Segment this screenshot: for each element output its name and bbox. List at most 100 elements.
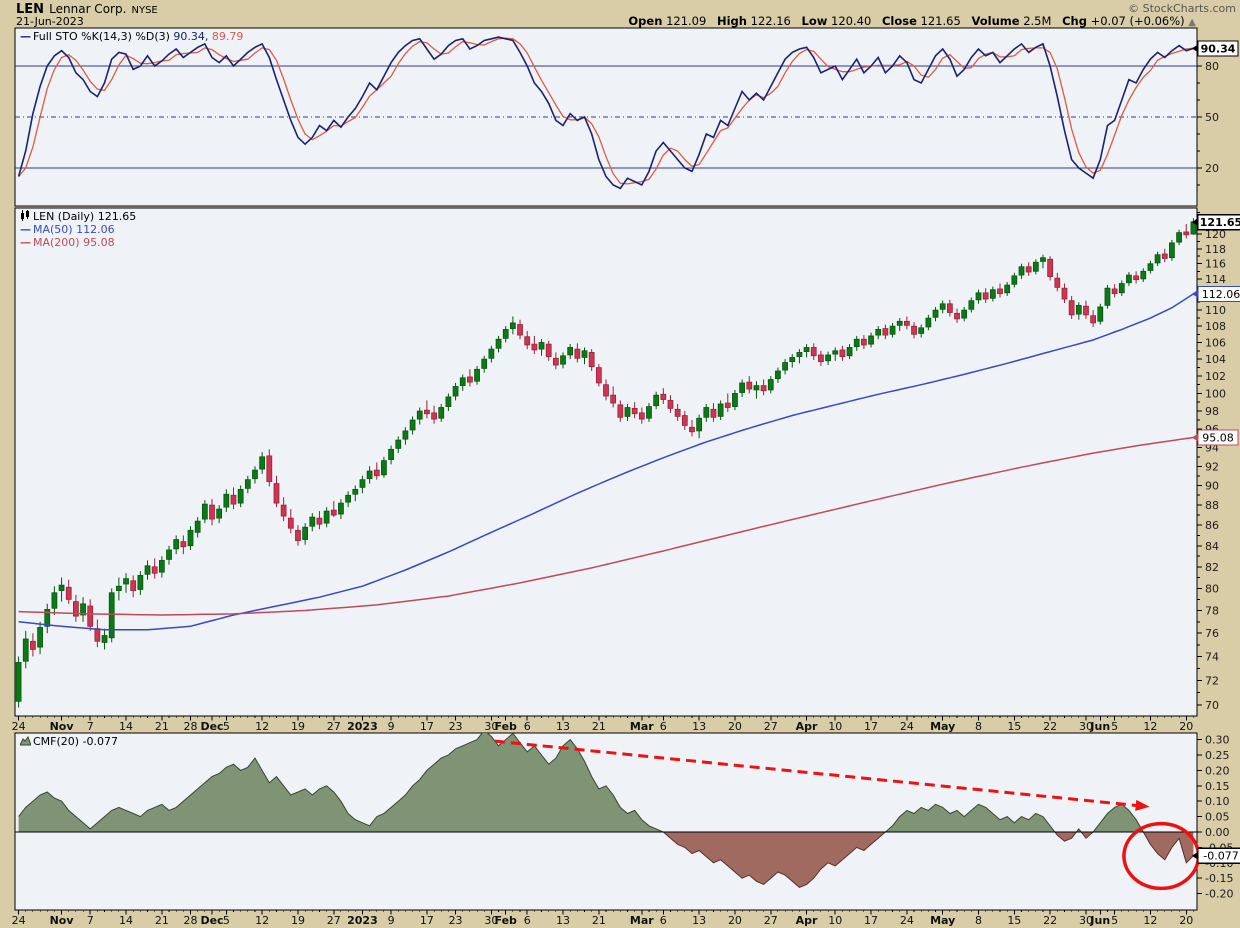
- svg-text:12: 12: [255, 914, 269, 927]
- svg-text:5: 5: [223, 914, 230, 927]
- svg-text:86: 86: [1205, 519, 1219, 532]
- svg-text:-0.15: -0.15: [1205, 872, 1233, 885]
- svg-text:13: 13: [692, 720, 706, 733]
- svg-text:114: 114: [1205, 273, 1226, 286]
- svg-text:Feb: Feb: [495, 720, 518, 733]
- svg-text:98: 98: [1205, 405, 1219, 418]
- svg-text:15: 15: [1007, 720, 1021, 733]
- svg-text:Dec: Dec: [200, 720, 223, 733]
- svg-text:21: 21: [155, 720, 169, 733]
- svg-text:116: 116: [1205, 258, 1226, 271]
- svg-text:90.34: 90.34: [1201, 42, 1236, 55]
- svg-text:8: 8: [975, 914, 982, 927]
- svg-text:22: 22: [1043, 720, 1057, 733]
- svg-text:76: 76: [1205, 627, 1219, 640]
- area-icon: [20, 736, 31, 746]
- svg-text:12: 12: [1143, 720, 1157, 733]
- svg-text:5: 5: [1111, 720, 1118, 733]
- svg-text:21: 21: [592, 720, 606, 733]
- svg-text:0.05: 0.05: [1205, 811, 1230, 824]
- svg-text:22: 22: [1043, 914, 1057, 927]
- stockcharts-chart-page: LEN Lennar Corp. NYSE 21-Jun-2023 © Stoc…: [0, 0, 1240, 928]
- svg-text:28: 28: [184, 914, 198, 927]
- stoch-line-icon: —: [20, 30, 30, 43]
- svg-text:-0.077: -0.077: [1203, 850, 1238, 863]
- stochastic-legend: —Full STO %K(14,3) %D(3) 90.34, 89.79: [20, 30, 243, 43]
- candlestick-icon: [20, 210, 31, 221]
- svg-text:95.08: 95.08: [1202, 431, 1234, 444]
- ma50-line-icon: —: [20, 223, 30, 236]
- svg-text:17: 17: [420, 914, 434, 927]
- svg-text:21: 21: [592, 914, 606, 927]
- svg-text:28: 28: [184, 720, 198, 733]
- svg-text:7: 7: [87, 914, 94, 927]
- svg-text:0.10: 0.10: [1205, 795, 1230, 808]
- svg-text:20: 20: [728, 720, 742, 733]
- svg-text:27: 27: [764, 914, 778, 927]
- svg-text:8: 8: [975, 720, 982, 733]
- cmf-legend-label: CMF(20) -0.077: [33, 735, 118, 748]
- stoch-k-value: 90.34,: [173, 30, 208, 43]
- svg-text:104: 104: [1205, 353, 1226, 366]
- svg-text:Dec: Dec: [200, 914, 223, 927]
- svg-text:17: 17: [420, 720, 434, 733]
- svg-text:70: 70: [1205, 699, 1219, 712]
- chart-canvas: 8050201221201181161141121101081061041021…: [0, 0, 1240, 928]
- svg-text:6: 6: [660, 914, 667, 927]
- svg-text:Apr: Apr: [796, 914, 818, 927]
- right-axis: 8050201221201181161141121101081061041021…: [1197, 49, 1233, 901]
- svg-text:17: 17: [864, 720, 878, 733]
- svg-text:6: 6: [660, 720, 667, 733]
- ma200-legend-row: —MA(200) 95.08: [20, 236, 136, 249]
- svg-text:118: 118: [1205, 243, 1226, 256]
- svg-text:19: 19: [291, 720, 305, 733]
- svg-text:78: 78: [1205, 605, 1219, 618]
- svg-text:13: 13: [692, 914, 706, 927]
- svg-text:110: 110: [1205, 304, 1226, 317]
- price-legend-label: LEN (Daily) 121.65: [33, 210, 136, 223]
- svg-text:12: 12: [1143, 914, 1157, 927]
- svg-text:Jun: Jun: [1089, 720, 1110, 733]
- ma50-legend-row: —MA(50) 112.06: [20, 223, 136, 236]
- cmf-legend: CMF(20) -0.077: [20, 735, 118, 748]
- svg-text:12: 12: [255, 720, 269, 733]
- svg-text:9: 9: [388, 720, 395, 733]
- price-panel-legend: LEN (Daily) 121.65 —MA(50) 112.06 —MA(20…: [20, 210, 136, 249]
- svg-text:20: 20: [728, 914, 742, 927]
- svg-text:13: 13: [556, 914, 570, 927]
- svg-text:0.15: 0.15: [1205, 780, 1230, 793]
- svg-text:80: 80: [1205, 60, 1219, 73]
- svg-text:23: 23: [449, 914, 463, 927]
- svg-text:0.20: 0.20: [1205, 764, 1230, 777]
- svg-text:7: 7: [87, 720, 94, 733]
- svg-text:10: 10: [828, 914, 842, 927]
- stoch-legend-label: Full STO %K(14,3) %D(3): [33, 30, 170, 43]
- svg-text:-0.20: -0.20: [1205, 888, 1233, 901]
- svg-text:24: 24: [900, 720, 914, 733]
- svg-text:14: 14: [119, 914, 133, 927]
- ma200-legend-label: MA(200) 95.08: [33, 236, 115, 249]
- svg-text:21: 21: [155, 914, 169, 927]
- svg-text:0.00: 0.00: [1205, 826, 1230, 839]
- stoch-d-value: 89.79: [212, 30, 244, 43]
- svg-text:100: 100: [1205, 387, 1226, 400]
- svg-text:24: 24: [12, 914, 26, 927]
- svg-text:19: 19: [291, 914, 305, 927]
- svg-text:Nov: Nov: [50, 914, 75, 927]
- svg-text:74: 74: [1205, 651, 1219, 664]
- svg-text:108: 108: [1205, 320, 1226, 333]
- svg-text:23: 23: [449, 720, 463, 733]
- svg-text:90: 90: [1205, 479, 1219, 492]
- svg-text:May: May: [930, 914, 955, 927]
- svg-text:Mar: Mar: [630, 914, 654, 927]
- svg-text:Mar: Mar: [630, 720, 654, 733]
- svg-text:14: 14: [119, 720, 133, 733]
- svg-text:2023: 2023: [347, 914, 378, 927]
- svg-text:0.30: 0.30: [1205, 734, 1230, 747]
- svg-text:2023: 2023: [347, 720, 378, 733]
- svg-text:27: 27: [327, 720, 341, 733]
- svg-text:82: 82: [1205, 561, 1219, 574]
- svg-text:72: 72: [1205, 674, 1219, 687]
- svg-text:27: 27: [327, 914, 341, 927]
- svg-text:6: 6: [524, 914, 531, 927]
